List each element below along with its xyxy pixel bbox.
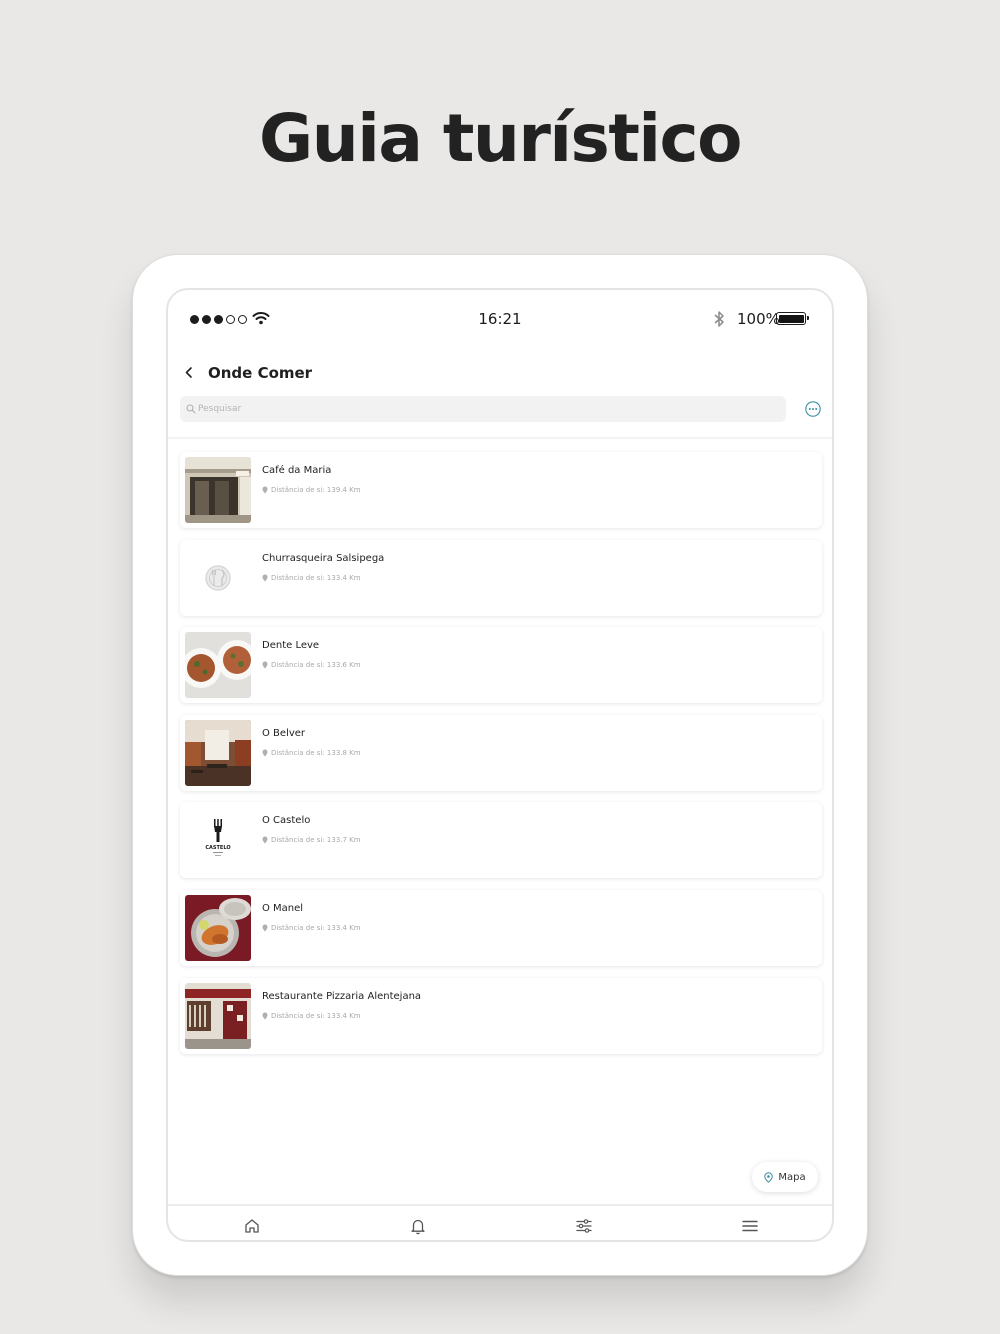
status-time: 16:21: [478, 310, 522, 328]
battery-percentage: 100%: [737, 310, 780, 328]
distance-text: Distância de si: 133.4 Km: [271, 573, 361, 582]
list-item[interactable]: Café da Maria Distância de si: 139.4 Km: [180, 452, 822, 528]
more-options-icon[interactable]: [804, 400, 822, 418]
list-item[interactable]: Churrasqueira Salsipega Distância de si:…: [180, 539, 822, 616]
list-item[interactable]: O Belver Distância de si: 133.8 Km: [180, 714, 822, 791]
search-bar[interactable]: [180, 396, 786, 422]
restaurant-distance: Distância de si: 133.7 Km: [262, 836, 361, 844]
app-screen: 16:21 100% Onde Comer Pesquisar Café da …: [166, 288, 834, 1242]
map-pin-icon: [764, 1171, 774, 1183]
distance-text: Distância de si: 133.4 Km: [271, 1011, 361, 1020]
location-pin-icon: [262, 749, 268, 757]
restaurant-distance: Distância de si: 139.4 Km: [262, 486, 361, 494]
fish-dish-photo: [185, 894, 251, 961]
restaurant-distance: Distância de si: 133.6 Km: [262, 661, 361, 669]
map-button[interactable]: Mapa: [752, 1162, 818, 1192]
map-button-label: Mapa: [778, 1171, 806, 1183]
bell-icon[interactable]: [408, 1216, 428, 1236]
distance-text: Distância de si: 133.4 Km: [271, 923, 361, 932]
restaurant-name: Dente Leve: [262, 640, 320, 652]
restaurant-distance: Distância de si: 133.8 Km: [262, 749, 361, 757]
sliders-icon[interactable]: [574, 1216, 594, 1236]
bottom-tab-bar: [168, 1204, 832, 1240]
battery-icon: [776, 312, 809, 325]
restaurant-name: O Castelo: [262, 815, 311, 827]
castelo-logo-text: CASTELO: [205, 845, 230, 851]
headline: Guia turístico: [259, 100, 742, 177]
building-photo: [185, 457, 251, 523]
menu-icon[interactable]: [740, 1216, 760, 1236]
list-item[interactable]: Restaurante Pizzaria Alentejana Distânci…: [180, 977, 822, 1054]
location-pin-icon: [262, 836, 268, 844]
list-item[interactable]: CASTELO O Castelo Distância de si: 133.7…: [180, 802, 822, 879]
interior-photo: [185, 719, 251, 786]
restaurant-name: Café da Maria: [262, 465, 332, 476]
restaurant-name: Restaurante Pizzaria Alentejana: [262, 990, 422, 1002]
pizza-photo: [185, 632, 251, 699]
home-icon[interactable]: [242, 1216, 262, 1236]
distance-text: Distância de si: 133.8 Km: [271, 748, 361, 757]
cutlery-placeholder: [185, 544, 251, 611]
restaurant-list: Café da Maria Distância de si: 139.4 Km …: [180, 452, 822, 1065]
back-arrow-icon[interactable]: [180, 363, 200, 383]
search-input[interactable]: [198, 396, 778, 422]
restaurant-name: O Belver: [262, 727, 306, 739]
page-header: Onde Comer: [168, 360, 832, 390]
restaurant-distance: Distância de si: 133.4 Km: [262, 574, 361, 582]
storefront-photo: [185, 982, 251, 1049]
page-title: Onde Comer: [208, 364, 313, 382]
distance-text: Distância de si: 133.7 Km: [271, 836, 361, 845]
list-item[interactable]: O Manel Distância de si: 133.4 Km: [180, 889, 822, 966]
header-divider: [168, 437, 832, 439]
location-pin-icon: [262, 574, 268, 582]
restaurant-name: O Manel: [262, 902, 304, 914]
distance-text: Distância de si: 139.4 Km: [271, 486, 361, 494]
location-pin-icon: [262, 486, 268, 494]
restaurant-distance: Distância de si: 133.4 Km: [262, 1012, 361, 1020]
bluetooth-icon: [714, 311, 724, 327]
location-pin-icon: [262, 924, 268, 932]
search-icon: [186, 404, 196, 414]
castelo-logo: CASTELO: [185, 807, 251, 874]
restaurant-name: Churrasqueira Salsipega: [262, 552, 385, 564]
status-bar: 16:21 100%: [168, 290, 832, 350]
distance-text: Distância de si: 133.6 Km: [271, 661, 361, 670]
restaurant-distance: Distância de si: 133.4 Km: [262, 924, 361, 932]
location-pin-icon: [262, 661, 268, 669]
location-pin-icon: [262, 1012, 268, 1020]
list-item[interactable]: Dente Leve Distância de si: 133.6 Km: [180, 627, 822, 704]
